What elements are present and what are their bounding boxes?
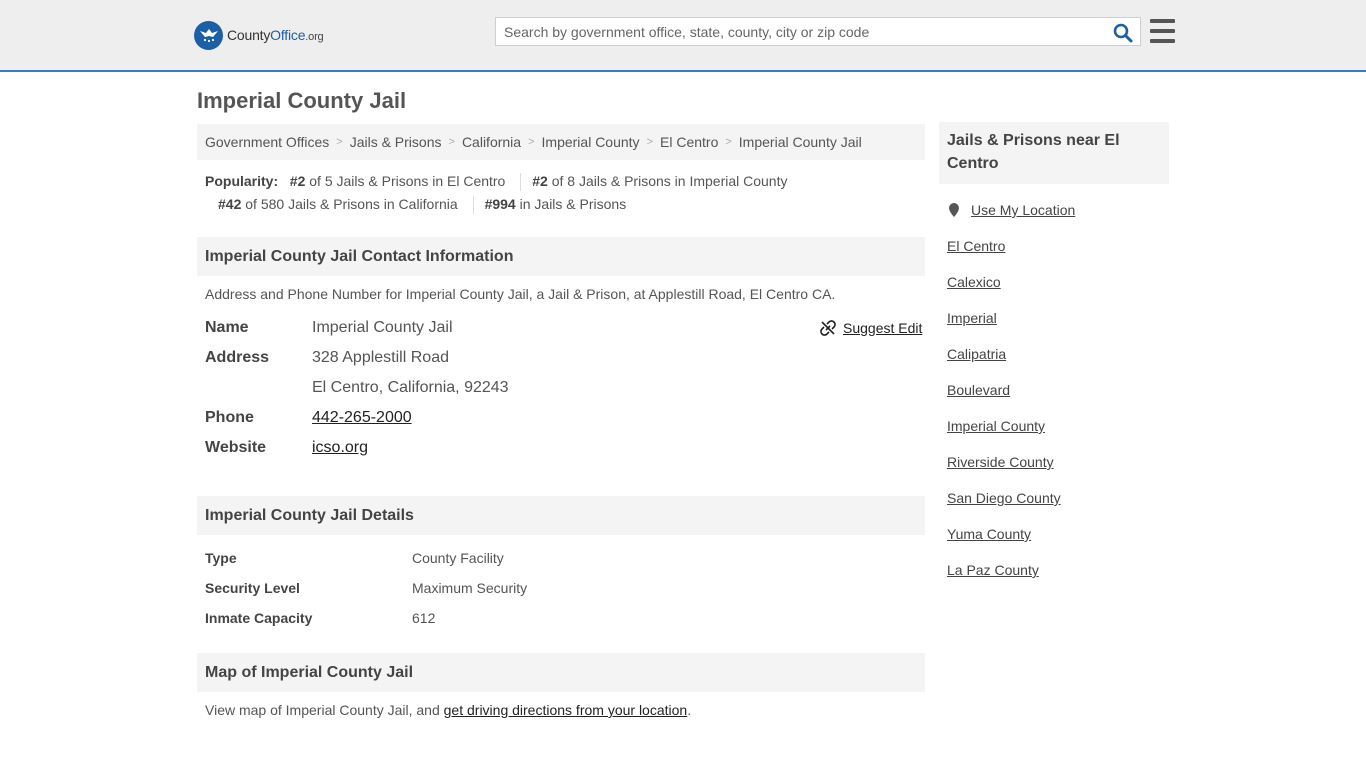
contact-heading: Imperial County Jail Contact Information	[197, 237, 925, 276]
use-my-location-label: Use My Location	[971, 202, 1076, 218]
chevron-right-icon: >	[336, 136, 343, 148]
popularity-label: Popularity:	[205, 173, 279, 189]
sidebar-link[interactable]: El Centro	[947, 238, 1005, 254]
breadcrumb: Government Offices > Jails & Prisons > Cal…	[197, 124, 925, 160]
site-header: CountyOffice.org	[0, 0, 1366, 72]
edit-link-icon	[820, 320, 836, 336]
popularity-rank: #994	[484, 196, 516, 212]
hamburger-menu-icon[interactable]	[1150, 19, 1175, 43]
logo-text-domain: .org	[305, 31, 324, 43]
popularity-rank: #2	[289, 173, 306, 189]
map-pin-icon	[949, 203, 959, 217]
website-link[interactable]: icso.org	[312, 439, 368, 456]
phone-link[interactable]: 442-265-2000	[312, 409, 412, 426]
breadcrumb-current: Imperial County Jail	[738, 134, 862, 150]
breadcrumb-item[interactable]: Government Offices	[205, 134, 329, 150]
website-label: Website	[205, 439, 267, 456]
sidebar-link[interactable]: Riverside County	[947, 454, 1054, 470]
chevron-right-icon: >	[725, 136, 732, 148]
popularity-rank: #2	[532, 173, 548, 189]
logo-text-county: County	[227, 27, 271, 43]
sidebar-link[interactable]: San Diego County	[947, 490, 1061, 506]
driving-directions-link[interactable]: get driving directions from your locatio…	[444, 702, 688, 718]
use-my-location-link[interactable]: Use My Location	[947, 202, 1075, 218]
logo-text-office: Office	[270, 27, 306, 43]
suggest-edit-label: Suggest Edit	[843, 320, 923, 336]
sidebar-link[interactable]: Calipatria	[947, 346, 1006, 362]
suggest-edit-link[interactable]: Suggest Edit	[820, 320, 922, 336]
map-text-end: .	[687, 702, 692, 718]
popularity-text: of 580 Jails & Prisons in California	[245, 196, 458, 212]
phone-value: 442-265-2000	[312, 409, 412, 427]
address-line2: El Centro, California, 92243	[312, 379, 509, 396]
breadcrumb-item[interactable]: Jails & Prisons	[350, 134, 442, 150]
chevron-right-icon: >	[646, 136, 653, 148]
sidebar-heading: Jails & Prisons near El Centro	[939, 122, 1169, 184]
inmate-capacity-label: Inmate Capacity	[205, 610, 313, 626]
inmate-capacity-value: 612	[412, 610, 436, 626]
security-level-value: Maximum Security	[412, 580, 528, 596]
address-line1: 328 Applestill Road	[312, 349, 449, 366]
breadcrumb-item[interactable]: California	[462, 134, 521, 150]
map-text: View map of Imperial County Jail, and	[205, 702, 444, 718]
popularity-rank: #42	[218, 196, 242, 212]
breadcrumb-item[interactable]: El Centro	[660, 134, 718, 150]
site-logo[interactable]: CountyOffice.org	[194, 20, 324, 50]
search-button[interactable]	[1112, 22, 1134, 44]
contact-description: Address and Phone Number for Imperial Co…	[205, 286, 836, 302]
address-label: Address	[205, 349, 270, 366]
sidebar-link[interactable]: Imperial	[947, 310, 997, 326]
security-level-label: Security Level	[205, 580, 300, 596]
breadcrumb-item[interactable]: Imperial County	[542, 134, 640, 150]
type-label: Type	[205, 550, 237, 566]
phone-label: Phone	[205, 409, 254, 426]
popularity-text: of 8 Jails & Prisons in Imperial County	[551, 173, 788, 189]
logo-text: CountyOffice.org	[227, 27, 324, 43]
website-value: icso.org	[312, 439, 368, 457]
map-description: View map of Imperial County Jail, and ge…	[205, 702, 691, 718]
details-heading: Imperial County Jail Details	[197, 496, 925, 535]
sidebar-link[interactable]: Yuma County	[947, 526, 1031, 542]
sidebar-link[interactable]: Boulevard	[947, 382, 1010, 398]
popularity-row-1: Popularity: #2 of 5 Jails & Prisons in E…	[205, 173, 788, 192]
name-value: Imperial County Jail	[312, 319, 453, 336]
popularity-text: in Jails & Prisons	[519, 196, 627, 212]
search-icon	[1113, 23, 1133, 43]
popularity-text: of 5 Jails & Prisons in El Centro	[309, 173, 506, 189]
chevron-right-icon: >	[528, 136, 535, 148]
sidebar-link[interactable]: Imperial County	[947, 418, 1045, 434]
chevron-right-icon: >	[448, 136, 455, 148]
sidebar-link[interactable]: La Paz County	[947, 562, 1039, 578]
page-title: Imperial County Jail	[197, 88, 407, 113]
map-heading: Map of Imperial County Jail	[197, 653, 925, 692]
search-bar	[495, 17, 1141, 46]
type-value: County Facility	[412, 550, 504, 566]
popularity-row-2: #42 of 580 Jails & Prisons in California…	[218, 196, 627, 215]
search-input[interactable]	[496, 18, 1096, 45]
name-label: Name	[205, 319, 249, 336]
sidebar-link[interactable]: Calexico	[947, 274, 1001, 290]
eagle-logo-icon	[194, 20, 223, 50]
